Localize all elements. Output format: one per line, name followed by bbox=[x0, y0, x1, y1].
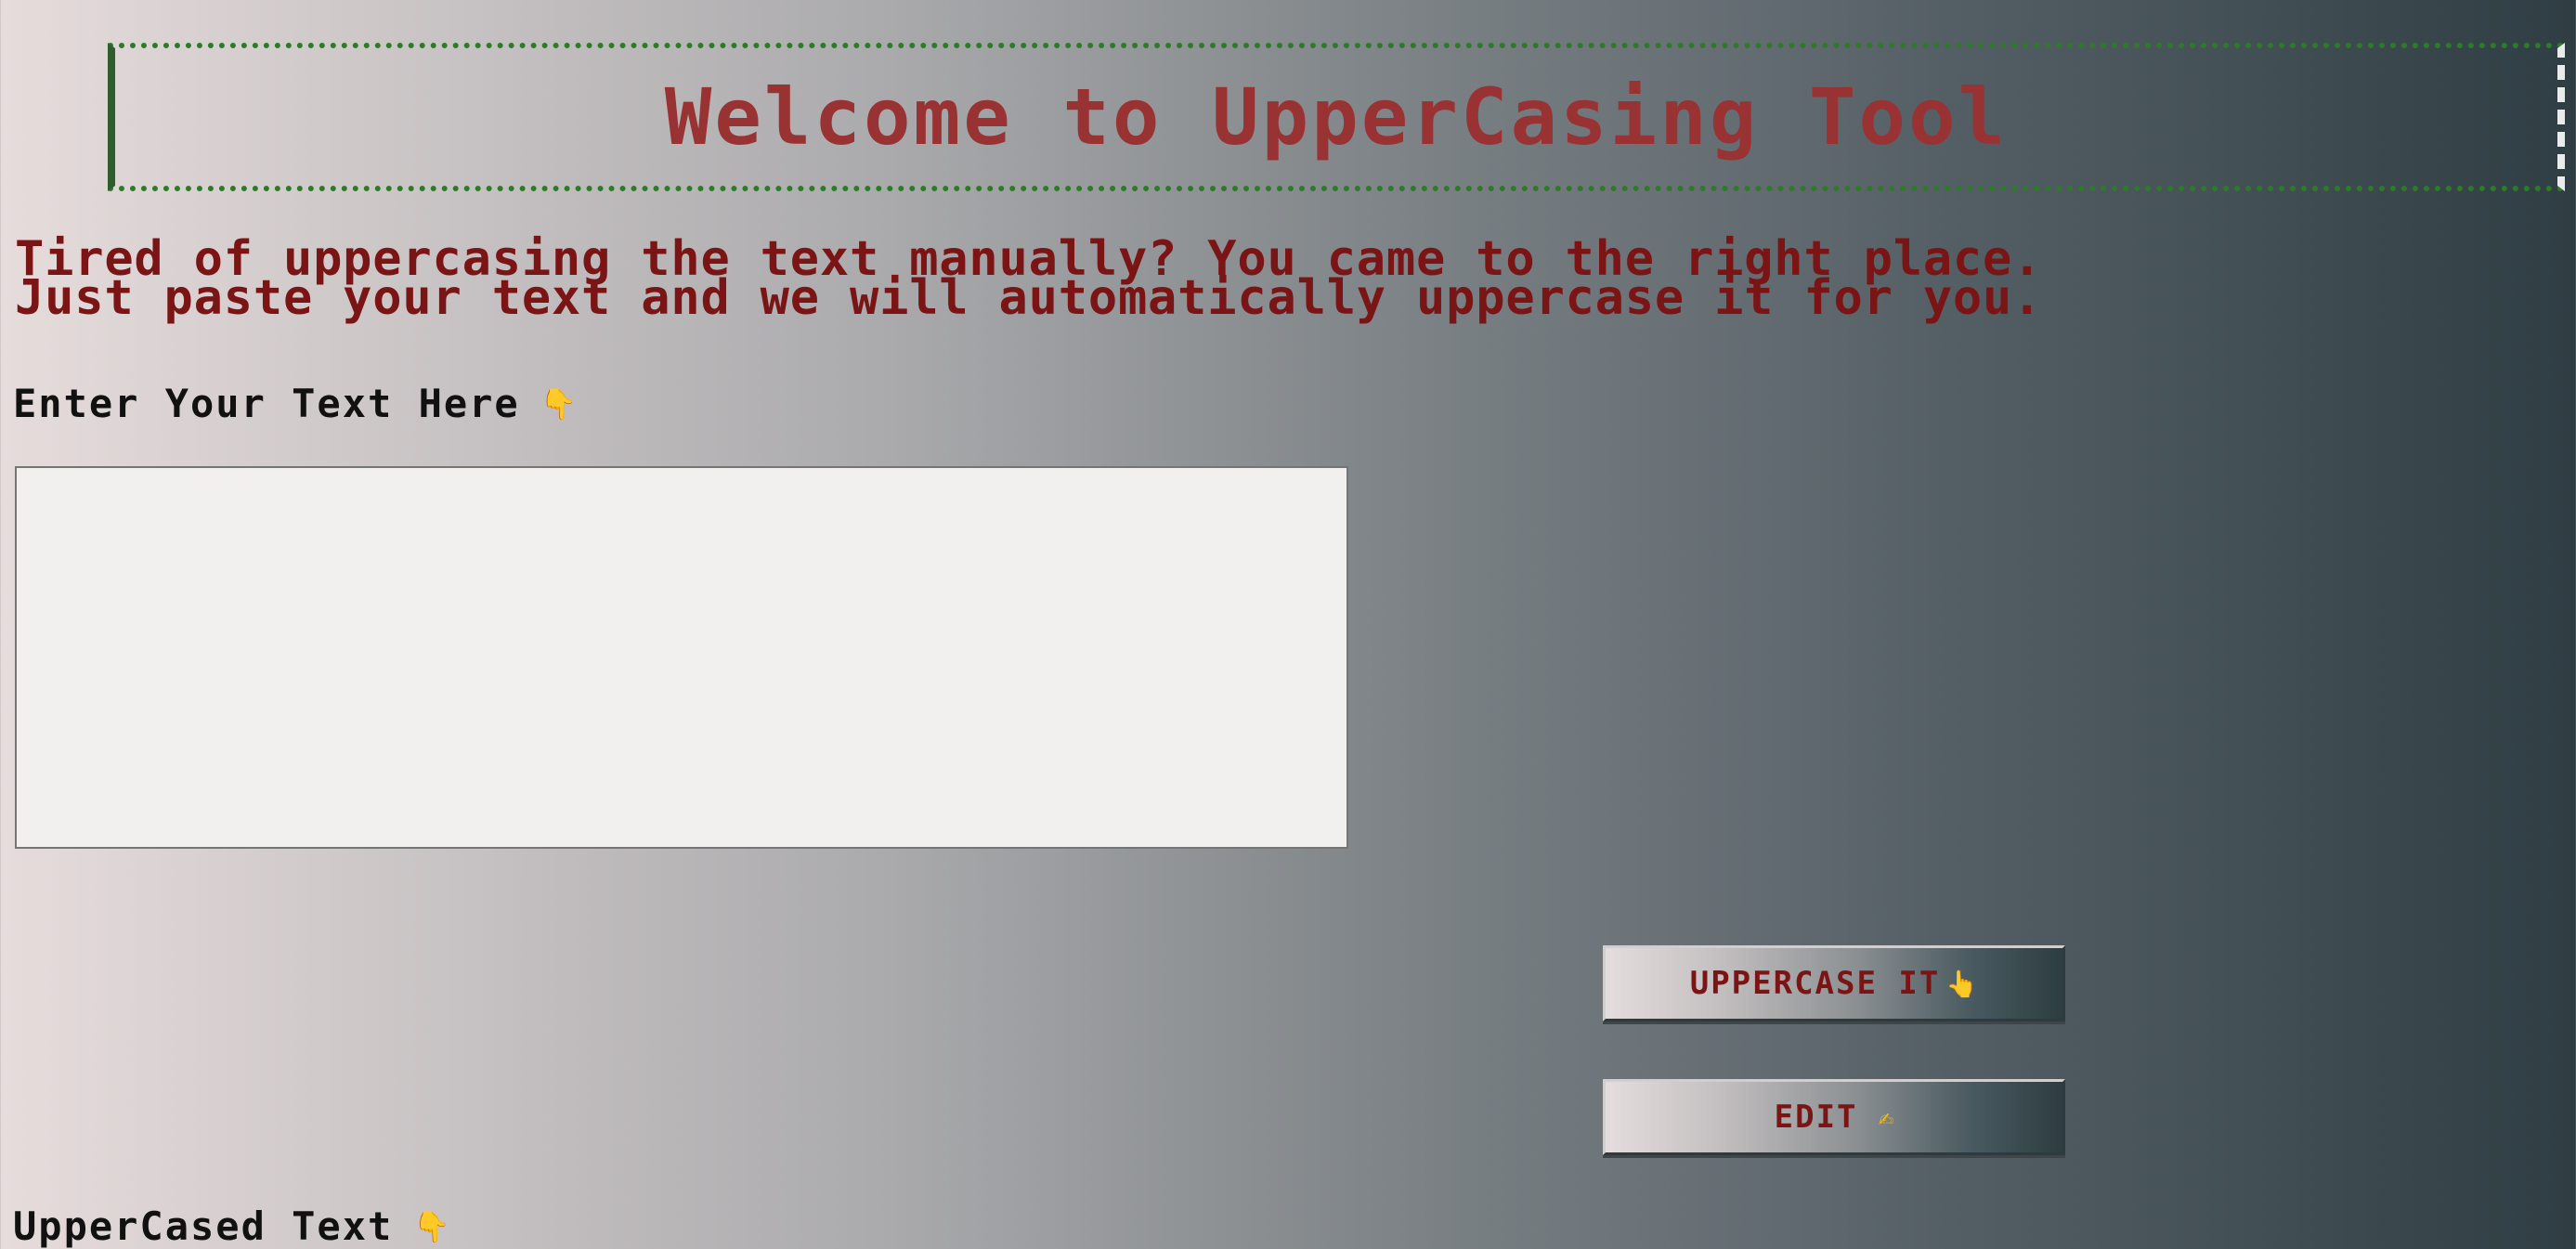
edit-button[interactable]: EDIT ✍ bbox=[1603, 1079, 2065, 1155]
input-label-text: Enter Your Text Here bbox=[13, 381, 520, 426]
intro-line-2: Just paste your text and we will automat… bbox=[15, 270, 2043, 326]
edit-button-label: EDIT bbox=[1774, 1099, 1858, 1136]
uppercase-button[interactable]: UPPERCASE IT 👆 bbox=[1603, 945, 2065, 1021]
header-banner: Welcome to UpperCasing Tool bbox=[108, 43, 2565, 191]
pointing-down-hand-icon: 👇 bbox=[540, 385, 579, 422]
pointing-up-hand-icon: 👆 bbox=[1945, 968, 1979, 999]
page-title: Welcome to UpperCasing Tool bbox=[664, 72, 2009, 163]
input-label: Enter Your Text Here 👇 bbox=[13, 381, 579, 426]
writing-hand-icon: ✍ bbox=[1878, 1101, 1894, 1133]
intro-paragraph: Tired of uppercasing the text manually? … bbox=[15, 235, 2559, 326]
text-input[interactable] bbox=[15, 466, 1348, 849]
pointing-down-hand-icon: 👇 bbox=[413, 1208, 453, 1244]
uppercase-button-label: UPPERCASE IT bbox=[1689, 965, 1941, 1002]
